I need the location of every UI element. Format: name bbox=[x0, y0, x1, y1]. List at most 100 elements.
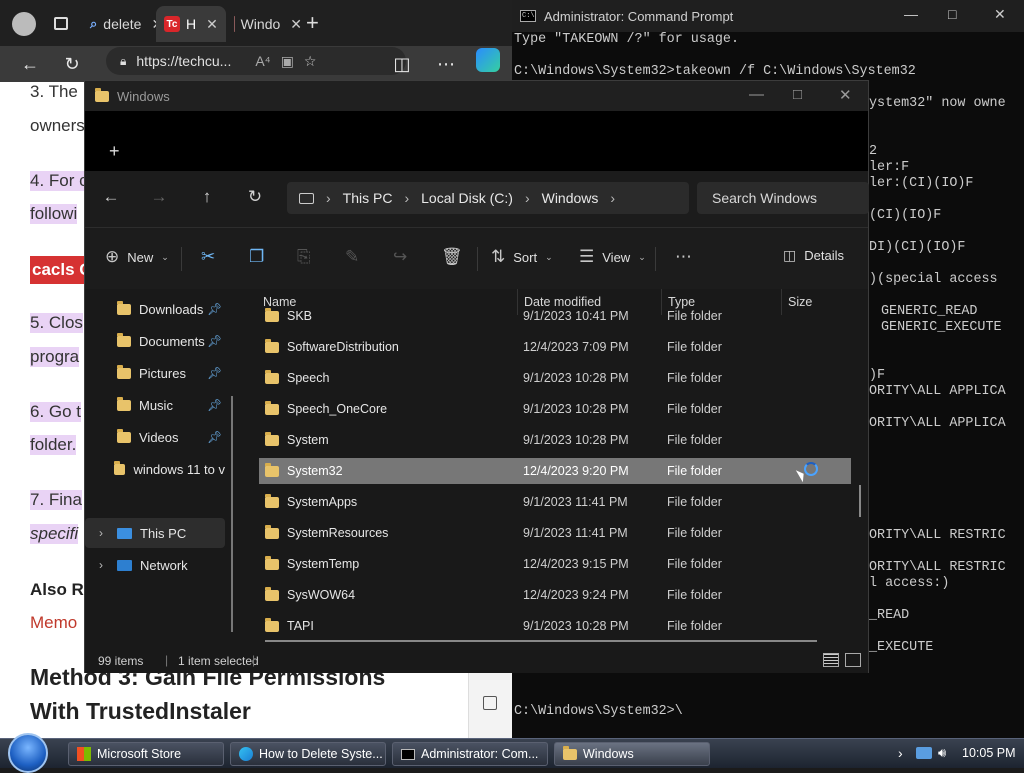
cmd-icon: C:\ bbox=[520, 10, 536, 22]
file-name: TAPI bbox=[265, 617, 314, 633]
close-icon[interactable]: ✕ bbox=[994, 6, 1006, 23]
delete-button[interactable]: 🗑︎ bbox=[441, 247, 463, 267]
maximize-icon[interactable]: □ bbox=[948, 6, 956, 22]
file-row[interactable]: SoftwareDistribution 12/4/2023 7:09 PM Fil… bbox=[259, 334, 851, 360]
up-button[interactable]: ↑ bbox=[195, 187, 219, 207]
details-pane-button[interactable]: ◫ Details bbox=[783, 247, 844, 264]
nav-scrollbar[interactable] bbox=[231, 396, 233, 632]
cmd-output-line: ORITY\ALL APPLICA bbox=[869, 416, 1006, 431]
split-screen-icon[interactable]: ◫ bbox=[390, 52, 414, 76]
nav-item-windows-11[interactable]: windows 11 to v bbox=[85, 454, 225, 484]
refresh-button[interactable]: ↻ bbox=[60, 52, 84, 76]
start-button[interactable] bbox=[8, 733, 48, 773]
sort-button[interactable]: ⇅ Sort ⌄ bbox=[491, 247, 553, 267]
breadcrumb-this-pc[interactable]: This PC bbox=[343, 190, 393, 206]
nav-item-videos[interactable]: Videos 📌︎ bbox=[85, 422, 225, 452]
article-text: 4. For c bbox=[30, 171, 88, 191]
breadcrumb[interactable]: › This PC › Local Disk (C:) › Windows › bbox=[287, 182, 689, 214]
minimize-icon[interactable]: — bbox=[904, 6, 918, 22]
breadcrumb-windows[interactable]: Windows bbox=[542, 190, 599, 206]
more-menu-icon[interactable]: ⋯ bbox=[434, 52, 458, 76]
file-row[interactable]: System32 12/4/2023 9:20 PM File folder bbox=[259, 458, 851, 484]
browser-tab-windows[interactable]: Windo ✕ bbox=[226, 6, 302, 42]
refresh-button[interactable]: ↻ bbox=[243, 187, 267, 207]
sidebar-panel-icon[interactable] bbox=[483, 696, 497, 710]
cmd-output-line: ystem32" now owne bbox=[869, 96, 1006, 111]
address-bar[interactable]: 🔒︎ https://techcu... A⁴ ▣ ☆ bbox=[106, 47, 406, 75]
new-tab-button[interactable]: + bbox=[109, 141, 120, 162]
file-row[interactable]: Speech_OneCore 9/1/2023 10:28 PM File fold… bbox=[259, 396, 851, 422]
file-row[interactable]: System 9/1/2023 10:28 PM File folder bbox=[259, 427, 851, 453]
app-icon[interactable]: ▣ bbox=[281, 53, 294, 70]
breadcrumb-local-disk[interactable]: Local Disk (C:) bbox=[421, 190, 513, 206]
file-row[interactable]: SystemResources 9/1/2023 11:41 PM File fol… bbox=[259, 520, 851, 546]
new-tab-button[interactable]: + bbox=[306, 10, 319, 36]
large-icons-view-icon[interactable] bbox=[845, 653, 861, 667]
cmd-output-line: )(special access bbox=[869, 272, 998, 287]
taskbar-item-edge[interactable]: How to Delete Syste... bbox=[230, 742, 386, 766]
tray-chevron-icon[interactable]: › bbox=[898, 745, 903, 761]
also-read-link[interactable]: Memo bbox=[30, 613, 77, 633]
back-button[interactable]: ← bbox=[99, 187, 123, 207]
taskbar-item-store[interactable]: Microsoft Store bbox=[68, 742, 224, 766]
close-tab-icon[interactable]: ✕ bbox=[206, 16, 218, 33]
cmd-output-line: _EXECUTE bbox=[869, 640, 934, 655]
busy-spinner-icon bbox=[804, 462, 818, 476]
file-row[interactable]: Speech 9/1/2023 10:28 PM File folder bbox=[259, 365, 851, 391]
volume-icon[interactable]: 🔊︎ bbox=[938, 745, 946, 761]
clock[interactable]: 10:05 PM bbox=[962, 746, 1016, 760]
taskbar-item-cmd[interactable]: Administrator: Com... bbox=[392, 742, 548, 766]
forward-button[interactable]: → bbox=[147, 187, 171, 207]
file-row[interactable]: SystemTemp 12/4/2023 9:15 PM File folder bbox=[259, 551, 851, 577]
new-button[interactable]: ⊕ New ⌄ bbox=[105, 247, 169, 267]
pin-icon: 📌︎ bbox=[207, 398, 223, 412]
network-tray-icon[interactable] bbox=[916, 747, 932, 759]
copy-button[interactable]: ❐ bbox=[249, 247, 264, 267]
nav-item-music[interactable]: Music 📌︎ bbox=[85, 390, 225, 420]
tab-actions-icon[interactable] bbox=[54, 17, 68, 30]
status-bar: 99 items | 1 item selected | bbox=[85, 649, 868, 673]
browser-tab-techcult[interactable]: Tc H ✕ bbox=[156, 6, 226, 42]
maximize-icon[interactable]: □ bbox=[793, 86, 802, 103]
nav-item-downloads[interactable]: Downloads 📌︎ bbox=[85, 294, 225, 324]
cut-button[interactable]: ✂ bbox=[201, 247, 215, 267]
close-tab-icon[interactable]: ✕ bbox=[290, 16, 302, 33]
folder-icon bbox=[113, 460, 126, 475]
techcult-favicon: Tc bbox=[164, 16, 180, 32]
share-button[interactable]: ↪ bbox=[393, 247, 407, 267]
file-row[interactable]: SysWOW64 12/4/2023 9:24 PM File folder bbox=[259, 582, 851, 608]
search-input[interactable]: Search Windows bbox=[697, 182, 869, 214]
details-view-icon[interactable] bbox=[823, 653, 839, 667]
nav-item-pictures[interactable]: Pictures 📌︎ bbox=[85, 358, 225, 388]
copilot-icon[interactable] bbox=[476, 48, 500, 72]
browser-tab-search[interactable]: ⌕ delete ✕ bbox=[82, 6, 163, 42]
file-date: 9/1/2023 11:41 PM bbox=[523, 495, 628, 509]
more-options-button[interactable]: ⋯ bbox=[675, 247, 692, 267]
nav-item-documents[interactable]: Documents 📌︎ bbox=[85, 326, 225, 356]
horizontal-scrollbar[interactable] bbox=[265, 640, 817, 642]
file-row[interactable]: TAPI 9/1/2023 10:28 PM File folder bbox=[259, 613, 851, 639]
back-button[interactable]: ← bbox=[18, 52, 42, 76]
file-name: SystemApps bbox=[265, 493, 357, 509]
minimize-icon[interactable]: — bbox=[749, 86, 764, 103]
favorite-star-icon[interactable]: ☆ bbox=[304, 53, 317, 70]
profile-avatar[interactable] bbox=[12, 12, 36, 36]
list-scrollbar[interactable] bbox=[859, 485, 861, 517]
close-icon[interactable]: ✕ bbox=[839, 86, 852, 104]
paste-button[interactable]: ⎘ bbox=[297, 247, 311, 267]
article-text: 5. Clos bbox=[30, 313, 83, 333]
nav-item-this-pc[interactable]: › This PC bbox=[85, 518, 225, 548]
selection-count: 1 item selected bbox=[178, 654, 259, 668]
chevron-right-icon[interactable]: › bbox=[99, 558, 109, 572]
file-row[interactable]: SystemApps 9/1/2023 11:41 PM File folder bbox=[259, 489, 851, 515]
cmd-prompt[interactable]: C:\Windows\System32>\ bbox=[514, 704, 683, 719]
chevron-right-icon[interactable]: › bbox=[99, 526, 109, 540]
view-button[interactable]: ☰ View ⌄ bbox=[579, 247, 646, 267]
chevron-down-icon: ⌄ bbox=[638, 251, 646, 262]
read-aloud-icon[interactable]: A⁴ bbox=[255, 53, 270, 69]
nav-item-network[interactable]: › Network bbox=[85, 550, 225, 580]
file-row[interactable]: SKB 9/1/2023 10:41 PM File folder bbox=[259, 303, 851, 329]
folder-icon bbox=[95, 87, 109, 102]
rename-button[interactable]: ✎ bbox=[345, 247, 359, 267]
taskbar-item-explorer[interactable]: Windows bbox=[554, 742, 710, 766]
